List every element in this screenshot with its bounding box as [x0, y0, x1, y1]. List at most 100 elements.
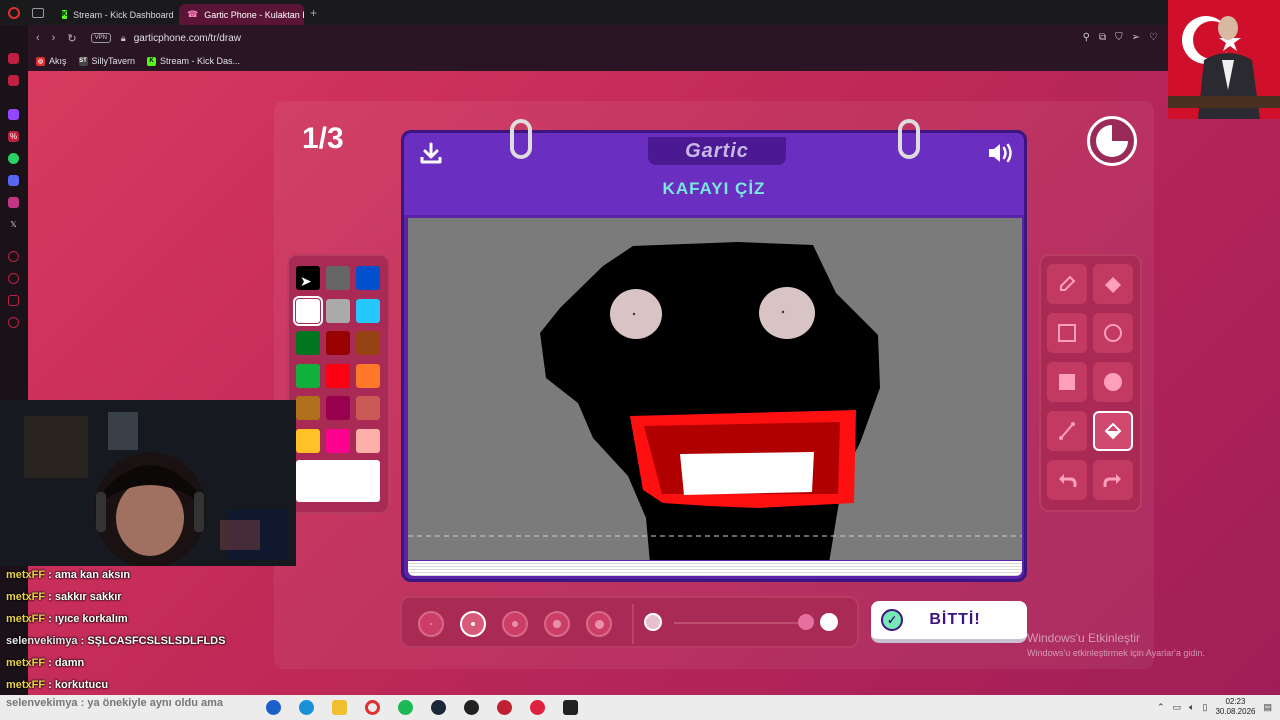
color-swatch[interactable] — [296, 266, 320, 290]
timer — [1087, 116, 1137, 166]
tool-rectangle[interactable] — [1047, 313, 1087, 353]
tool-pencil[interactable] — [1047, 264, 1087, 304]
paint-bucket-icon — [1104, 422, 1122, 440]
tool-filled-rectangle[interactable] — [1047, 362, 1087, 402]
recorder-icon[interactable] — [530, 700, 545, 715]
drawing-canvas[interactable] — [408, 218, 1022, 560]
color-swatch[interactable] — [356, 298, 380, 323]
color-swatch[interactable] — [293, 295, 323, 326]
brush-size-button[interactable] — [586, 611, 612, 637]
tab-overview-icon[interactable] — [32, 7, 44, 18]
network-icon[interactable]: ▭ — [1173, 702, 1182, 713]
opera-menu-icon[interactable] — [8, 6, 20, 19]
url-field[interactable]: garticphone.com/tr/draw — [134, 33, 241, 44]
send-icon[interactable]: ➢ — [1132, 32, 1140, 43]
color-swatch[interactable] — [326, 396, 350, 420]
drawn-left-eye — [610, 289, 662, 339]
bookmark-sillytavern[interactable]: ST SillyTavern — [78, 56, 135, 66]
bookmark-akis[interactable]: ◎ Akış — [36, 56, 67, 66]
tool-line[interactable] — [1047, 411, 1087, 451]
bookmark-kick-dashboard[interactable]: K Stream - Kick Das... — [147, 56, 240, 66]
obs-icon[interactable] — [464, 700, 479, 715]
aria-icon[interactable] — [8, 53, 19, 64]
extensions-icon[interactable] — [8, 295, 19, 306]
color-swatch[interactable] — [356, 266, 380, 290]
color-swatch[interactable] — [326, 363, 350, 388]
color-swatch[interactable] — [356, 331, 380, 355]
new-tab-button[interactable]: + — [310, 6, 317, 20]
color-swatch[interactable] — [326, 331, 350, 355]
chat-username: metxFF — [6, 613, 46, 625]
clock-icon[interactable] — [8, 273, 19, 284]
chat-message: selenvekimya : SŞLCASFCSLSLSDLFLDS — [6, 634, 225, 656]
notifications-icon[interactable]: ▤ — [1263, 702, 1272, 713]
twitch-icon[interactable] — [8, 109, 19, 120]
browser-tab-bar: K Stream - Kick Dashboard ☎ Gartic Phone… — [0, 0, 1168, 25]
instagram-icon[interactable] — [8, 197, 19, 208]
file-explorer-icon[interactable] — [332, 700, 347, 715]
color-swatch[interactable] — [326, 428, 350, 453]
rectangle-outline-icon — [1058, 324, 1076, 342]
opacity-slider-track[interactable] — [674, 622, 806, 624]
edge-icon[interactable] — [299, 700, 314, 715]
tab-gartic-phone[interactable]: ☎ Gartic Phone - Kulaktan Ku — [179, 4, 304, 25]
tool-fill[interactable] — [1093, 411, 1133, 451]
whatsapp-icon[interactable] — [8, 153, 19, 164]
forward-button[interactable]: › — [52, 32, 56, 44]
brush-size-button[interactable] — [460, 611, 486, 637]
done-button[interactable]: ✓ BİTTİ! — [871, 601, 1027, 643]
steam-icon[interactable] — [431, 700, 446, 715]
clock[interactable]: 02:23 30.08.2026 — [1215, 697, 1255, 717]
back-button[interactable]: ‹ — [36, 32, 40, 44]
history-icon[interactable] — [8, 251, 19, 262]
discord-icon[interactable] — [8, 175, 19, 186]
round-counter: 1/3 — [302, 122, 344, 155]
chat-message: metxFF : ıyıce korkalım — [6, 612, 225, 634]
chevron-up-icon[interactable]: ⌃ — [1157, 702, 1165, 713]
tool-redo[interactable] — [1093, 460, 1133, 500]
color-swatch[interactable] — [296, 331, 320, 355]
opacity-min-knob[interactable] — [644, 613, 662, 631]
shield-icon[interactable]: ⛉ — [1115, 32, 1123, 43]
download-icon[interactable] — [419, 141, 443, 165]
tab-kick-dashboard[interactable]: K Stream - Kick Dashboard — [54, 4, 179, 25]
outlook-icon[interactable] — [266, 700, 281, 715]
epic-games-icon[interactable] — [563, 700, 578, 715]
speaker-icon[interactable] — [987, 141, 1015, 165]
vpn-badge[interactable]: VPN — [90, 33, 111, 43]
opera-icon[interactable] — [365, 700, 380, 715]
x-icon[interactable]: 𝕏 — [8, 219, 19, 230]
opacity-max-knob[interactable] — [820, 613, 838, 631]
color-swatch[interactable] — [356, 363, 380, 388]
windows-taskbar: selenvekimya : ya önekiyle aynı oldu ama… — [0, 695, 1280, 720]
settings-icon[interactable] — [8, 317, 19, 328]
brush-size-button[interactable] — [502, 611, 528, 637]
binder-ring-left — [510, 119, 532, 159]
undo-icon — [1059, 474, 1077, 487]
speaker-icon[interactable]: 🔈︎ — [1189, 702, 1194, 713]
brush-size-button[interactable] — [418, 611, 444, 637]
tool-undo[interactable] — [1047, 460, 1087, 500]
reload-button[interactable]: ↻ — [67, 32, 76, 45]
tool-ellipse[interactable] — [1093, 313, 1133, 353]
color-swatch[interactable] — [326, 298, 350, 323]
battery-icon[interactable]: ▯ — [1202, 702, 1207, 713]
tool-eraser[interactable] — [1093, 264, 1133, 304]
spotify-icon[interactable] — [398, 700, 413, 715]
opacity-slider-thumb[interactable] — [798, 614, 814, 630]
color-swatch[interactable] — [296, 396, 320, 420]
heart-icon[interactable]: ♡ — [1149, 32, 1158, 43]
brush-size-button[interactable] — [544, 611, 570, 637]
tool-filled-ellipse[interactable] — [1093, 362, 1133, 402]
color-swatch[interactable] — [326, 266, 350, 290]
snapshot-icon[interactable]: ⧉ — [1099, 32, 1106, 43]
color-swatch[interactable] — [296, 363, 320, 388]
media-player-icon[interactable] — [497, 700, 512, 715]
brush-settings-bar — [400, 596, 859, 648]
color-swatch[interactable] — [356, 396, 380, 420]
color-swatch[interactable] — [296, 428, 320, 453]
pin-icon[interactable]: ⚲ — [1083, 32, 1090, 43]
messenger-icon[interactable] — [8, 75, 19, 86]
color-swatch[interactable] — [356, 428, 380, 453]
percent-icon[interactable]: % — [8, 131, 19, 142]
